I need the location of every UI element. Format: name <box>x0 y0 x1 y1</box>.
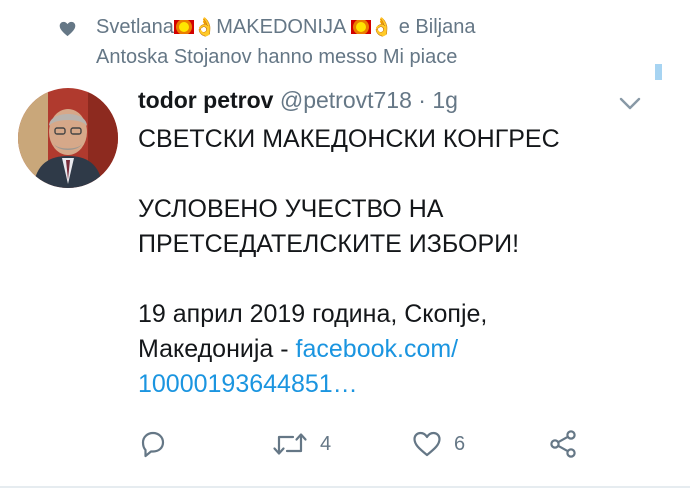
like-icon <box>413 431 441 457</box>
ok-hand-icon: 👌 <box>370 17 394 37</box>
retweet-icon <box>273 433 307 455</box>
tweet-line: УСЛОВЕНО УЧЕСТВО НА <box>138 195 444 223</box>
flag-mk-icon <box>350 20 371 34</box>
retweet-count: 4 <box>320 432 332 455</box>
like-button[interactable]: 6 <box>412 426 465 462</box>
retweet-button[interactable]: 4 <box>272 426 331 462</box>
tweet-link-continued[interactable]: 10000193644851… <box>138 370 358 398</box>
reply-button[interactable] <box>138 426 180 462</box>
tweet-text: СВЕТСКИ МАКЕДОНСКИ КОНГРЕС УСЛОВЕНО УЧЕС… <box>138 122 638 402</box>
social-context[interactable]: Svetlana 👌MAKEDONIJA 👌 e Biljana Antoska … <box>59 12 596 72</box>
liker-name-1[interactable]: Svetlana <box>96 16 174 38</box>
conjunction-text: e <box>398 16 410 38</box>
header-separator: · <box>418 87 426 113</box>
avatar-image <box>18 88 118 188</box>
share-button[interactable] <box>548 426 578 462</box>
liker-tag-1[interactable]: MAKEDONIJA <box>216 16 345 38</box>
liked-text: Antoska Stojanov hanno messo Mi piace <box>96 46 458 68</box>
tweet-timestamp[interactable]: 1g <box>432 87 458 113</box>
tweet-actions: 4 6 <box>138 426 608 462</box>
tweet-link[interactable]: facebook.com/ <box>296 335 459 363</box>
reply-icon <box>141 431 165 458</box>
tweet-line: Македонија - facebook.com/ <box>138 332 638 367</box>
scroll-indicator <box>655 64 662 80</box>
tweet-header: todor petrov @petrovt718 · 1g <box>138 84 458 116</box>
like-count: 6 <box>454 432 466 455</box>
liker-name-2[interactable]: Biljana <box>415 16 475 38</box>
author-handle[interactable]: @petrovt718 <box>280 87 412 113</box>
tweet-line: ПРЕТСЕДАТЕЛСКИТЕ ИЗБОРИ! <box>138 230 520 258</box>
tweet-line-text: Македонија - <box>138 335 296 363</box>
ok-hand-icon: 👌 <box>193 17 217 37</box>
flag-mk-icon <box>173 20 194 34</box>
tweet-line: СВЕТСКИ МАКЕДОНСКИ КОНГРЕС <box>138 125 560 153</box>
heart-icon <box>59 21 76 37</box>
share-icon <box>550 430 576 458</box>
author-name[interactable]: todor petrov <box>138 87 273 113</box>
tweet-line: 19 април 2019 година, Скопје, <box>138 300 488 328</box>
avatar[interactable] <box>18 88 118 188</box>
chevron-down-icon[interactable] <box>618 96 642 112</box>
